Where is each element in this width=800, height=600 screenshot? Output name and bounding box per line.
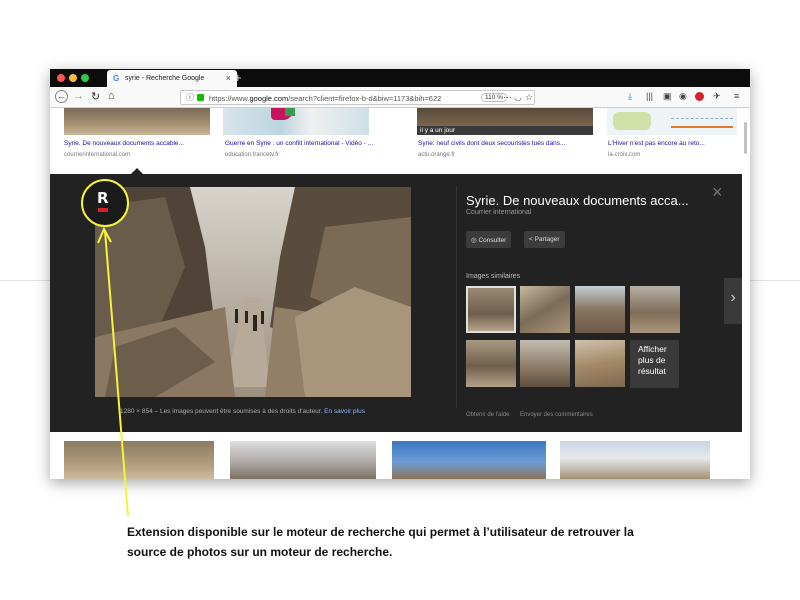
extension-letter: R	[97, 189, 109, 207]
reverse-image-extension-icon[interactable]: R	[81, 179, 129, 227]
extension-red-bar	[98, 208, 108, 212]
annotation-arrow	[97, 226, 129, 517]
